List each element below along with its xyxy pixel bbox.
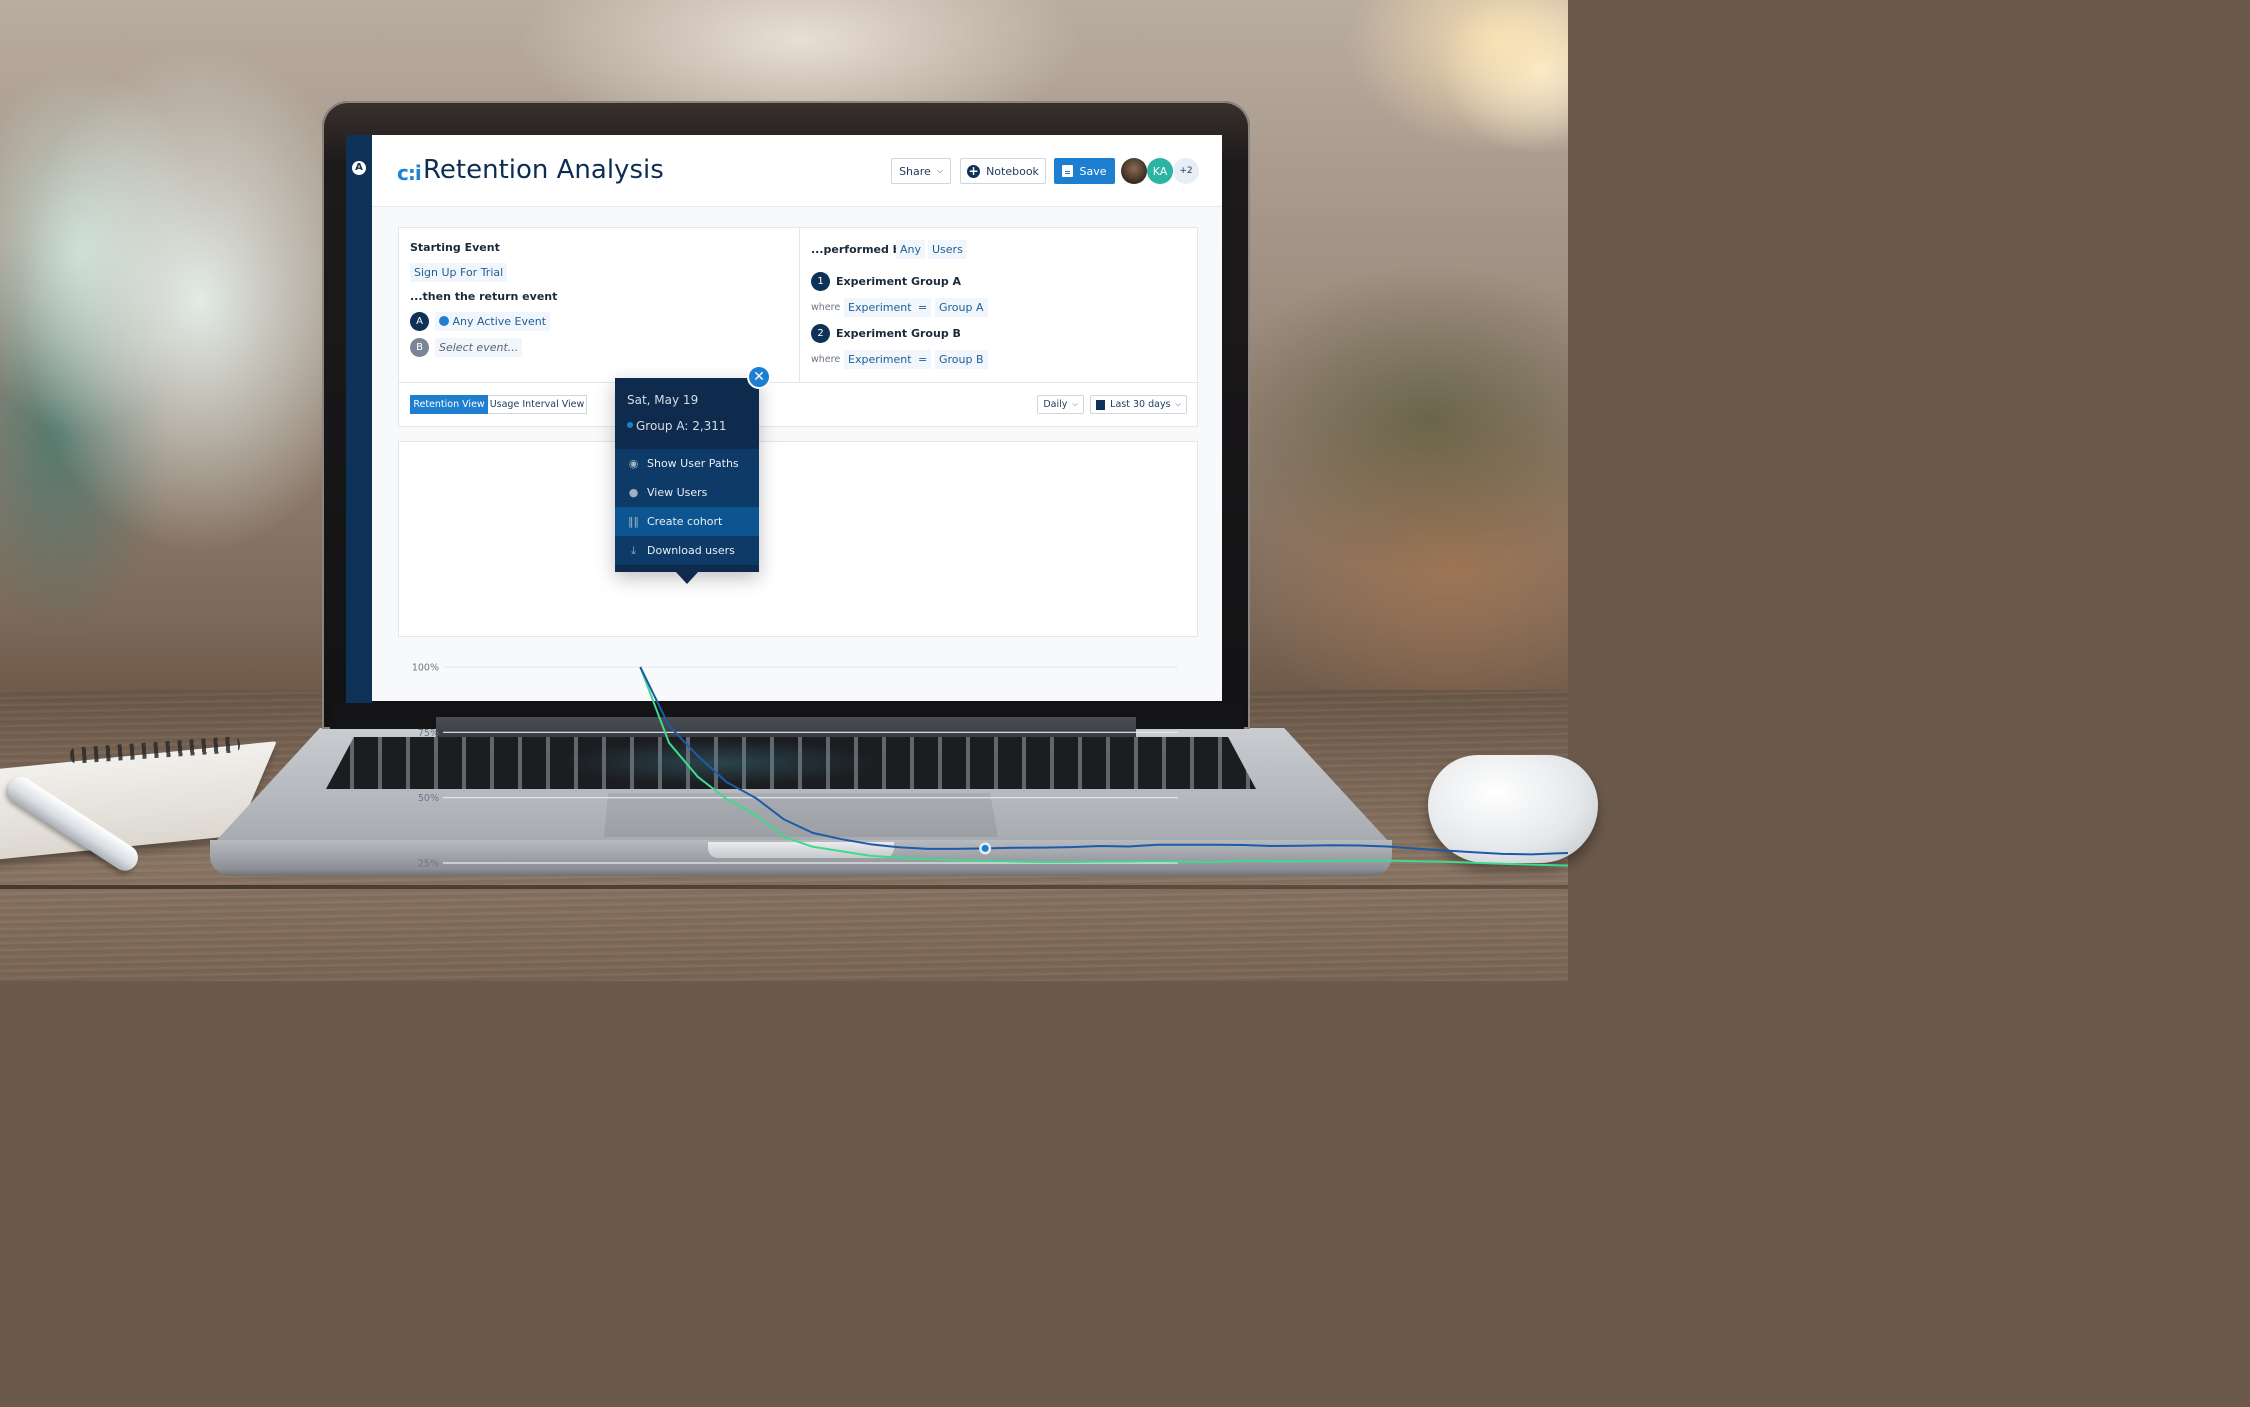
- chart-gridlines: [443, 666, 1178, 864]
- retention-chart: 25% 50% 75% 100%: [412, 663, 1568, 870]
- chart-tooltip: Sat, May 19 Group A: 2,311 ◉ Show User P…: [615, 378, 759, 572]
- tooltip-series-value: Group A: 2,311: [627, 419, 727, 433]
- y-tick-label: 50%: [418, 793, 439, 804]
- close-icon[interactable]: ✕: [747, 365, 771, 389]
- y-tick-label: 75%: [418, 728, 439, 739]
- tooltip-date: Sat, May 19: [627, 393, 699, 407]
- eye-icon: ◉: [628, 457, 639, 470]
- chart-y-axis: 25% 50% 75% 100%: [412, 663, 439, 870]
- cohort-icon: ‖‖: [628, 515, 639, 528]
- chart-highlight: [979, 842, 992, 855]
- menu-item-label: Download users: [647, 544, 735, 557]
- menu-item-view-users[interactable]: ● View Users: [615, 478, 759, 507]
- tooltip-pointer: [675, 571, 699, 584]
- menu-item-label: View Users: [647, 486, 708, 499]
- series-line-experiment-group-b[interactable]: [639, 666, 1568, 867]
- tooltip-series-label: Group A: 2,311: [636, 419, 727, 433]
- menu-item-label: Create cohort: [647, 515, 723, 528]
- highlight-point[interactable]: [981, 844, 989, 852]
- y-tick-label: 100%: [412, 663, 439, 674]
- y-tick-label: 25%: [418, 859, 439, 870]
- chart-series: [639, 666, 1568, 867]
- menu-item-create-cohort[interactable]: ‖‖ Create cohort: [615, 507, 759, 536]
- menu-item-show-user-paths[interactable]: ◉ Show User Paths: [615, 449, 759, 478]
- menu-item-label: Show User Paths: [647, 457, 739, 470]
- user-icon: ●: [628, 486, 639, 499]
- download-icon: ⤓: [631, 543, 636, 557]
- series-line-experiment-group-a[interactable]: [639, 666, 1568, 856]
- menu-item-download-users[interactable]: ⤓ Download users: [615, 536, 759, 565]
- series-dot-icon: [627, 422, 633, 428]
